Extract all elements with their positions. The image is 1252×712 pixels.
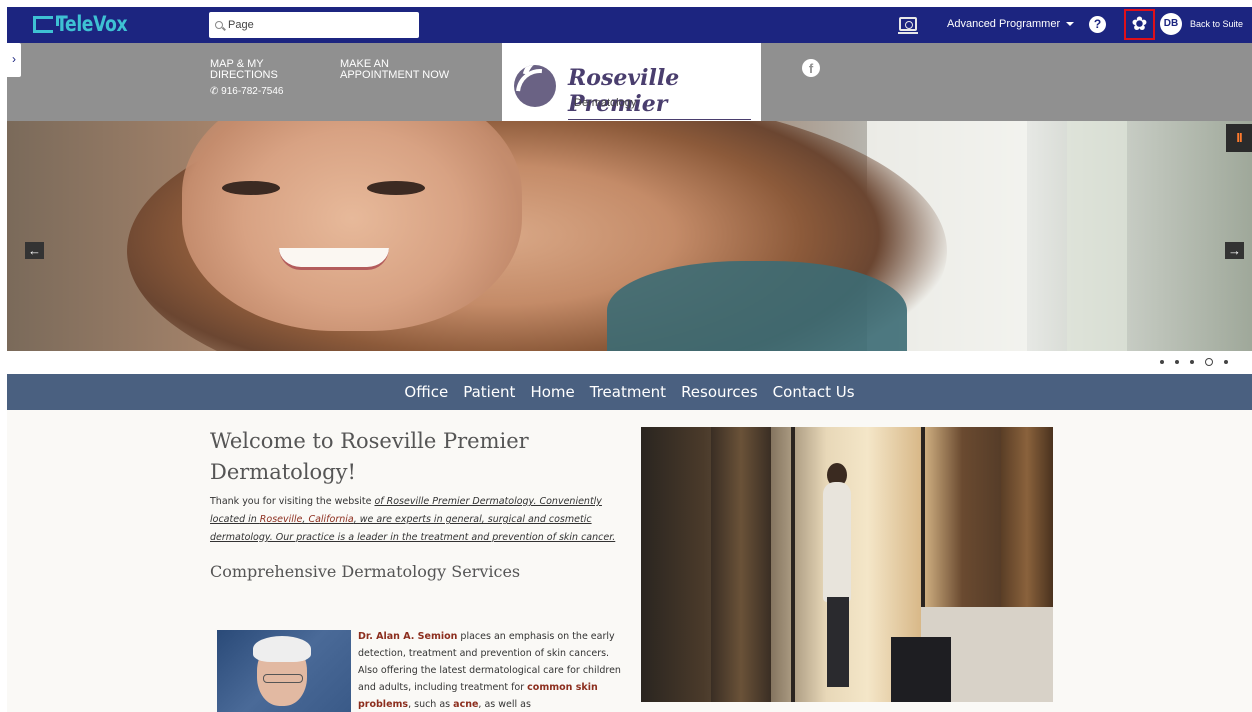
doctor-hair bbox=[253, 636, 311, 662]
hero-slide-image bbox=[7, 121, 1252, 351]
chevron-right-icon[interactable]: › bbox=[7, 43, 21, 77]
settings-button[interactable]: ✿ bbox=[1124, 9, 1155, 40]
app-toolbar: TeleVox Advanced Programmer ? ✿ DB Back … bbox=[7, 7, 1252, 43]
nav-patient[interactable]: Patient bbox=[463, 383, 515, 401]
intro-lead: Thank you for visiting the website bbox=[210, 496, 375, 507]
practice-logo-emblem bbox=[514, 65, 556, 107]
face bbox=[182, 121, 522, 331]
curtain-left bbox=[711, 427, 771, 702]
search-input[interactable] bbox=[228, 19, 398, 31]
shirt bbox=[607, 261, 907, 351]
doctor-glasses bbox=[263, 674, 303, 683]
caret-down-icon bbox=[1066, 22, 1075, 27]
intro-paragraph: Thank you for visiting the website of Ro… bbox=[210, 493, 620, 547]
nav-home[interactable]: Home bbox=[530, 383, 574, 401]
doctor-photo bbox=[217, 630, 351, 712]
doctor-name-link[interactable]: Dr. Alan A. Semion bbox=[358, 631, 457, 642]
map-directions-link[interactable]: MAP & MY DIRECTIONS bbox=[210, 59, 300, 81]
back-to-suite-link[interactable]: Back to Suite bbox=[1190, 19, 1243, 29]
pause-icon[interactable]: II bbox=[1226, 124, 1252, 152]
doctor-paragraph: Dr. Alan A. Semion places an emphasis on… bbox=[358, 628, 623, 712]
arrow-right-icon[interactable]: → bbox=[1225, 242, 1244, 259]
nav-office[interactable]: Office bbox=[404, 383, 448, 401]
page-content bbox=[7, 410, 1252, 712]
smile bbox=[279, 248, 389, 270]
city-link[interactable]: Roseville bbox=[260, 514, 303, 525]
acne-link[interactable]: acne bbox=[453, 699, 478, 710]
role-dropdown[interactable]: Advanced Programmer bbox=[947, 18, 1075, 30]
page-search[interactable] bbox=[209, 12, 419, 38]
state-link[interactable]: California bbox=[308, 514, 353, 525]
help-icon[interactable]: ? bbox=[1089, 16, 1106, 33]
window-frame bbox=[791, 427, 795, 702]
search-icon bbox=[215, 21, 223, 29]
eye-left bbox=[222, 181, 280, 195]
carousel-dots bbox=[1160, 358, 1228, 366]
phone-link[interactable]: ✆ 916-782-7546 bbox=[210, 86, 283, 97]
televox-logo-text: TeleVox bbox=[56, 12, 128, 36]
facebook-icon[interactable]: f bbox=[802, 59, 820, 77]
hotel-room-photo bbox=[641, 427, 1053, 702]
phone-icon: ✆ bbox=[210, 86, 222, 97]
televox-logo-icon bbox=[33, 15, 59, 33]
carousel-dot[interactable] bbox=[1224, 360, 1228, 364]
arrow-left-icon[interactable]: ← bbox=[25, 242, 44, 259]
nav-contact-us[interactable]: Contact Us bbox=[773, 383, 855, 401]
gear-icon: ✿ bbox=[1131, 14, 1148, 35]
welcome-heading: Welcome to Roseville Premier Dermatology… bbox=[210, 429, 529, 484]
site-navigation: Office Patient Home Treatment Resources … bbox=[7, 374, 1252, 410]
carousel-dot-active[interactable] bbox=[1205, 358, 1213, 366]
practice-name: Roseville Premier bbox=[568, 65, 751, 120]
services-heading: Comprehensive Dermatology Services bbox=[210, 562, 521, 581]
nav-resources[interactable]: Resources bbox=[681, 383, 758, 401]
luggage bbox=[891, 637, 951, 702]
role-label: Advanced Programmer bbox=[947, 18, 1061, 30]
nav-treatment[interactable]: Treatment bbox=[590, 383, 666, 401]
carousel-dot[interactable] bbox=[1160, 360, 1164, 364]
eye-right bbox=[367, 181, 425, 195]
practice-logo[interactable]: Roseville Premier Dermatology bbox=[502, 43, 761, 128]
man-legs bbox=[827, 597, 849, 687]
man-body bbox=[823, 482, 851, 602]
doctor-text-3: , as well as bbox=[478, 699, 531, 710]
carousel-dot[interactable] bbox=[1190, 360, 1194, 364]
televox-logo[interactable]: TeleVox bbox=[33, 12, 143, 36]
appointment-link[interactable]: MAKE AN APPOINTMENT NOW bbox=[340, 59, 460, 81]
preview-icon[interactable] bbox=[898, 17, 918, 34]
carousel-dot[interactable] bbox=[1175, 360, 1179, 364]
avatar[interactable]: DB bbox=[1160, 13, 1182, 35]
practice-subtitle: Dermatology bbox=[574, 97, 637, 109]
window-light-2 bbox=[1067, 121, 1127, 351]
phone-number: 916-782-7546 bbox=[221, 86, 284, 97]
doctor-text-2: , such as bbox=[408, 699, 454, 710]
